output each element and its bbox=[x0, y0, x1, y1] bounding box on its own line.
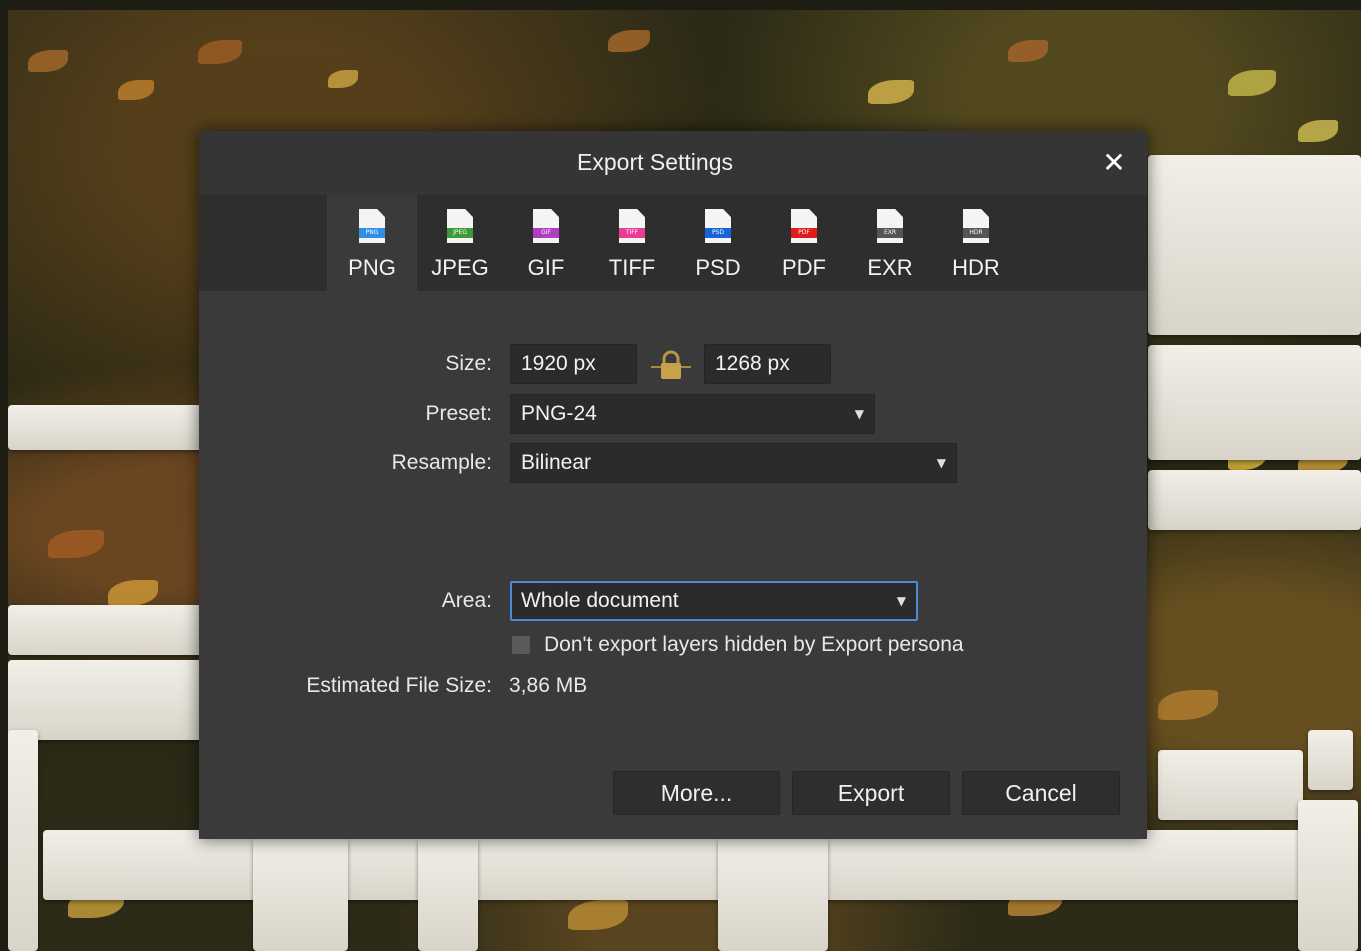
area-value: Whole document bbox=[521, 589, 679, 612]
estimated-size-label: Estimated File Size: bbox=[306, 674, 492, 697]
file-type-band: PDF bbox=[791, 228, 817, 238]
tab-pdf[interactable]: PDF PDF bbox=[761, 195, 847, 291]
leaf bbox=[568, 900, 628, 930]
tab-label: PSD bbox=[695, 255, 741, 280]
chevron-down-icon: ▼ bbox=[854, 407, 864, 421]
tab-hdr[interactable]: HDR HDR bbox=[933, 195, 1019, 291]
format-tabs: PNG PNG JPEG JPEG GIF GIF TIFF TIFF PSD PSD PDF PDF… bbox=[327, 195, 1019, 291]
leaf bbox=[28, 50, 68, 72]
tab-label: JPEG bbox=[431, 255, 489, 280]
bench-leg bbox=[1298, 800, 1358, 951]
gif-file-icon: GIF bbox=[533, 209, 559, 243]
leaf bbox=[118, 80, 154, 100]
exr-file-icon: EXR bbox=[877, 209, 903, 243]
chevron-down-icon: ▼ bbox=[936, 456, 946, 470]
pdf-file-icon: PDF bbox=[791, 209, 817, 243]
bench-plank bbox=[1158, 750, 1303, 820]
file-type-band: HDR bbox=[963, 228, 989, 238]
height-field[interactable]: 1268 px bbox=[704, 344, 831, 384]
file-type-band: GIF bbox=[533, 228, 559, 238]
file-type-band: JPEG bbox=[447, 228, 473, 238]
bench-plank bbox=[8, 605, 203, 655]
file-type-band: EXR bbox=[877, 228, 903, 238]
bench-plank bbox=[1148, 470, 1361, 530]
bench-leg bbox=[253, 838, 348, 951]
bench-plank bbox=[1148, 155, 1361, 335]
png-file-icon: PNG bbox=[359, 209, 385, 243]
file-type-band: TIFF bbox=[619, 228, 645, 238]
tab-gif[interactable]: GIF GIF bbox=[503, 195, 589, 291]
tiff-file-icon: TIFF bbox=[619, 209, 645, 243]
resample-label: Resample: bbox=[391, 451, 492, 474]
resample-dropdown[interactable]: Bilinear ▼ bbox=[510, 443, 957, 483]
tab-label: TIFF bbox=[608, 255, 656, 280]
leaf bbox=[1298, 120, 1338, 142]
leaf bbox=[198, 40, 242, 64]
preset-dropdown[interactable]: PNG-24 ▼ bbox=[510, 394, 875, 434]
export-button[interactable]: Export bbox=[792, 771, 950, 815]
psd-file-icon: PSD bbox=[705, 209, 731, 243]
tab-jpeg[interactable]: JPEG JPEG bbox=[417, 195, 503, 291]
hdr-file-icon: HDR bbox=[963, 209, 989, 243]
resample-value: Bilinear bbox=[521, 451, 592, 474]
bench-leg bbox=[718, 838, 828, 951]
leaf bbox=[1228, 70, 1276, 96]
dialog-title: Export Settings bbox=[577, 149, 733, 175]
bench-plank bbox=[8, 405, 203, 450]
jpeg-file-icon: JPEG bbox=[447, 209, 473, 243]
bench-leg bbox=[418, 838, 478, 951]
tab-exr[interactable]: EXR EXR bbox=[847, 195, 933, 291]
bench-rail bbox=[43, 830, 1343, 900]
format-tabbar: PNG PNG JPEG JPEG GIF GIF TIFF TIFF PSD PSD PDF PDF… bbox=[199, 195, 1147, 291]
lock-icon[interactable] bbox=[651, 350, 691, 380]
leaf bbox=[48, 530, 104, 558]
chevron-down-icon: ▼ bbox=[896, 594, 906, 608]
bench-plank bbox=[8, 660, 203, 740]
hidden-layers-checkbox[interactable] bbox=[512, 636, 530, 654]
tab-psd[interactable]: PSD PSD bbox=[675, 195, 761, 291]
tab-tiff[interactable]: TIFF TIFF bbox=[589, 195, 675, 291]
leaf bbox=[328, 70, 358, 88]
more-button[interactable]: More... bbox=[613, 771, 780, 815]
close-icon[interactable]: ✕ bbox=[1097, 147, 1131, 181]
tab-label: PNG bbox=[348, 255, 396, 280]
size-label: Size: bbox=[445, 352, 492, 375]
area-label: Area: bbox=[441, 589, 492, 612]
bench-leg bbox=[8, 730, 38, 951]
bench-plank bbox=[1148, 345, 1361, 460]
leaf bbox=[108, 580, 158, 606]
tab-label: GIF bbox=[527, 255, 565, 280]
area-dropdown[interactable]: Whole document ▼ bbox=[510, 581, 918, 621]
leaf bbox=[1008, 40, 1048, 62]
dialog-titlebar: Export Settings ✕ bbox=[199, 131, 1147, 195]
hidden-layers-label[interactable]: Don't export layers hidden by Export per… bbox=[544, 633, 964, 657]
leaf bbox=[1158, 690, 1218, 720]
export-settings-dialog: Export Settings ✕ PNG PNG JPEG JPEG GIF GIF TI… bbox=[199, 131, 1147, 839]
tab-label: HDR bbox=[952, 255, 1000, 280]
file-type-band: PSD bbox=[705, 228, 731, 238]
width-field[interactable]: 1920 px bbox=[510, 344, 637, 384]
tab-png[interactable]: PNG PNG bbox=[327, 195, 417, 291]
leaf bbox=[868, 80, 914, 104]
bench-plank bbox=[1308, 730, 1353, 790]
tab-label: EXR bbox=[867, 255, 913, 280]
preset-value: PNG-24 bbox=[521, 402, 597, 425]
leaf bbox=[608, 30, 650, 52]
estimated-size-value: 3,86 MB bbox=[509, 674, 588, 697]
tab-label: PDF bbox=[782, 255, 826, 280]
file-type-band: PNG bbox=[359, 228, 385, 238]
cancel-button[interactable]: Cancel bbox=[962, 771, 1120, 815]
preset-label: Preset: bbox=[425, 402, 492, 425]
